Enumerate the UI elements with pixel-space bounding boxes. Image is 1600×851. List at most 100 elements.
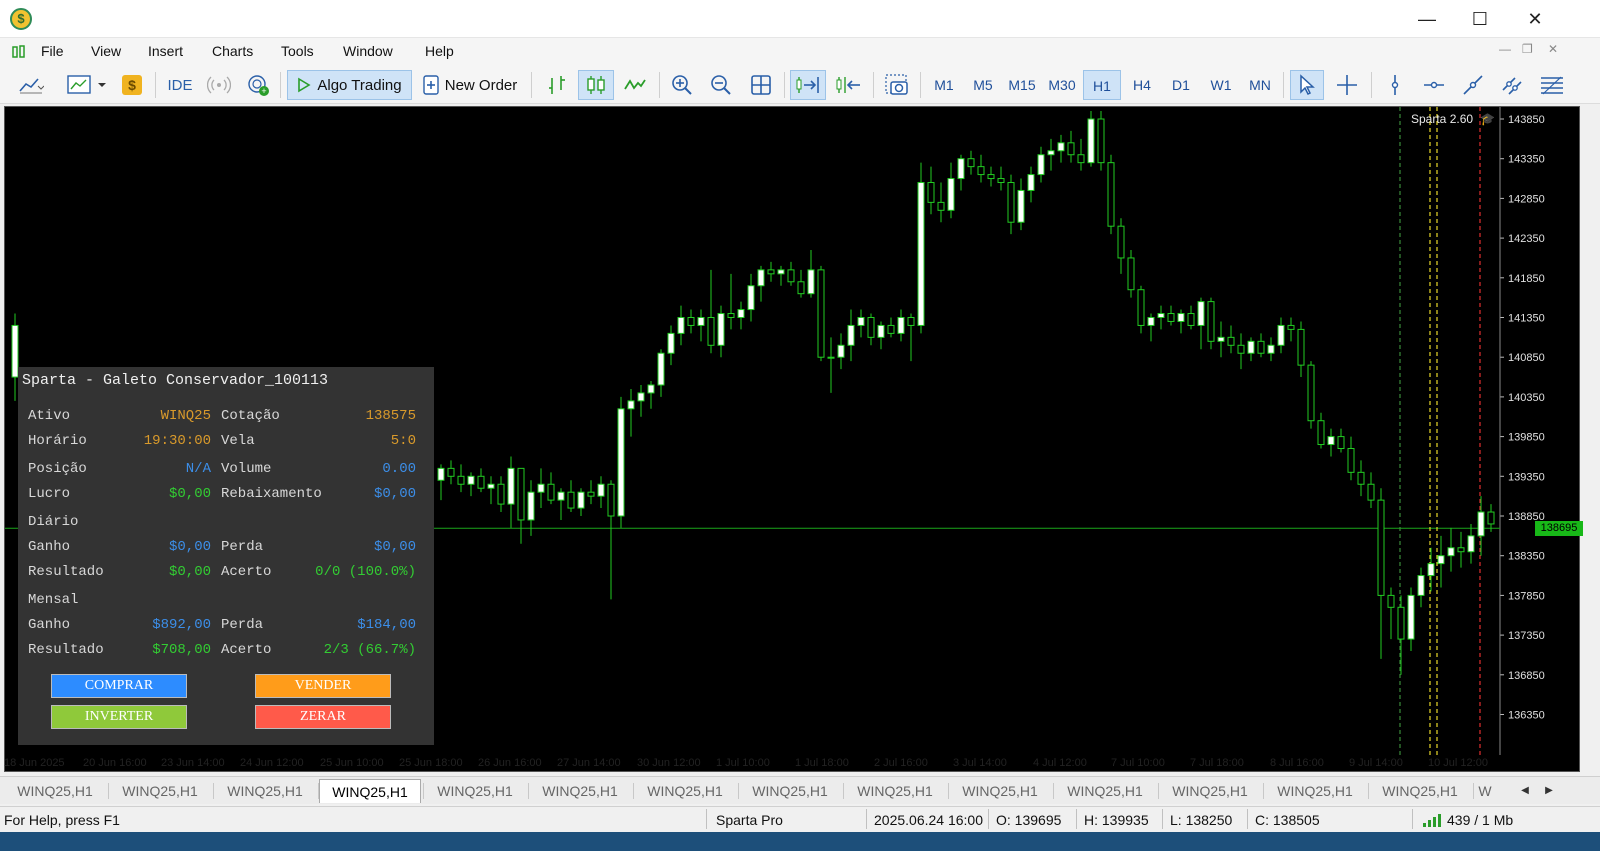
candle[interactable] xyxy=(1147,313,1155,342)
candle[interactable] xyxy=(1367,472,1375,509)
candle[interactable] xyxy=(597,476,605,509)
candle[interactable] xyxy=(787,261,795,286)
candle[interactable] xyxy=(807,250,815,298)
candle[interactable] xyxy=(707,269,715,354)
menu-view[interactable]: View xyxy=(91,43,121,59)
candle[interactable] xyxy=(1017,178,1025,231)
candle[interactable] xyxy=(1007,174,1015,235)
candle[interactable] xyxy=(747,273,755,322)
market-button[interactable]: $ xyxy=(120,70,144,100)
candle[interactable] xyxy=(447,460,455,485)
candle[interactable] xyxy=(1357,460,1365,497)
chart-tab[interactable]: WINQ25,H1 xyxy=(634,779,736,803)
candle[interactable] xyxy=(457,464,465,493)
horizontal-line-tool-button[interactable] xyxy=(1417,70,1451,100)
candle[interactable] xyxy=(1467,523,1475,564)
inverter-button[interactable]: INVERTER xyxy=(51,705,187,729)
bar-chart-button[interactable] xyxy=(540,70,574,100)
candle[interactable] xyxy=(887,317,895,338)
candle[interactable] xyxy=(697,309,705,342)
candle[interactable] xyxy=(967,150,975,175)
crosshair-tool-button[interactable] xyxy=(1330,70,1364,100)
candle[interactable] xyxy=(737,301,745,330)
candle[interactable] xyxy=(607,480,615,600)
candle[interactable] xyxy=(547,472,555,505)
candle[interactable] xyxy=(477,468,485,493)
candle[interactable] xyxy=(527,480,535,536)
candle[interactable] xyxy=(1027,166,1035,203)
candle[interactable] xyxy=(917,162,925,334)
candle[interactable] xyxy=(1397,595,1405,675)
chart-tab[interactable]: WINQ25,H1 xyxy=(4,779,106,803)
candle[interactable] xyxy=(1447,527,1455,572)
candle[interactable] xyxy=(1277,317,1285,354)
auto-scroll-button[interactable] xyxy=(790,70,826,100)
candle[interactable] xyxy=(1267,337,1275,362)
candle[interactable] xyxy=(727,273,735,330)
candle[interactable] xyxy=(817,265,825,362)
chart-tab[interactable]: W xyxy=(1474,779,1496,803)
candle[interactable] xyxy=(1337,428,1345,453)
candle[interactable] xyxy=(1417,567,1425,608)
timeframe-h1[interactable]: H1 xyxy=(1083,70,1121,100)
menu-charts[interactable]: Charts xyxy=(212,43,253,59)
candle[interactable] xyxy=(867,313,875,346)
candle[interactable] xyxy=(1437,535,1445,588)
chart-tab[interactable]: WINQ25,H1 xyxy=(529,779,631,803)
candle[interactable] xyxy=(1257,333,1265,358)
timeframe-h4[interactable]: H4 xyxy=(1123,70,1161,100)
candle[interactable] xyxy=(1477,496,1485,556)
candle[interactable] xyxy=(857,309,865,338)
menu-file[interactable]: File xyxy=(41,43,64,59)
ide-button[interactable]: IDE xyxy=(162,70,198,100)
menu-insert[interactable]: Insert xyxy=(148,43,183,59)
candle[interactable] xyxy=(1157,305,1165,330)
candle[interactable] xyxy=(837,333,845,370)
candle[interactable] xyxy=(517,467,525,544)
tab-scroll-right-icon[interactable]: ▶ xyxy=(1540,779,1558,803)
chart-tab[interactable]: WINQ25,H1 xyxy=(949,779,1051,803)
candle[interactable] xyxy=(777,265,785,286)
candle[interactable] xyxy=(767,261,775,282)
chart-tab[interactable]: WINQ25,H1 xyxy=(424,779,526,803)
candle[interactable] xyxy=(537,468,545,509)
templates-button[interactable] xyxy=(64,70,112,100)
candle[interactable] xyxy=(497,476,505,513)
timeframe-w1[interactable]: W1 xyxy=(1202,70,1240,100)
candle[interactable] xyxy=(717,305,725,358)
timeframe-m30[interactable]: M30 xyxy=(1043,70,1081,100)
mdi-minimize-icon[interactable]: — xyxy=(1499,42,1511,56)
candle[interactable] xyxy=(1287,317,1295,342)
minimize-button[interactable]: — xyxy=(1404,0,1450,38)
candle[interactable] xyxy=(1137,285,1145,334)
tile-windows-button[interactable] xyxy=(745,70,777,100)
cursor-tool-button[interactable] xyxy=(1290,70,1324,100)
candle[interactable] xyxy=(757,265,765,302)
candle[interactable] xyxy=(657,349,665,397)
line-chart-button[interactable] xyxy=(618,70,652,100)
candle[interactable] xyxy=(467,472,475,497)
candle[interactable] xyxy=(577,488,585,516)
candle[interactable] xyxy=(1057,134,1065,163)
candle[interactable] xyxy=(1317,412,1325,449)
candle[interactable] xyxy=(1097,111,1105,171)
menu-window[interactable]: Window xyxy=(343,43,393,59)
timeframe-m1[interactable]: M1 xyxy=(925,70,963,100)
candle[interactable] xyxy=(667,325,675,366)
timeframe-m15[interactable]: M15 xyxy=(1003,70,1041,100)
menu-help[interactable]: Help xyxy=(425,43,454,59)
close-button[interactable]: ✕ xyxy=(1512,0,1558,38)
chart-tab[interactable]: WINQ25,H1 xyxy=(214,779,316,803)
candle[interactable] xyxy=(437,464,445,501)
candle[interactable] xyxy=(1187,305,1195,330)
mdi-restore-icon[interactable]: ❐ xyxy=(1522,42,1533,56)
chart-tab[interactable]: WINQ25,H1 xyxy=(109,779,211,803)
candle[interactable] xyxy=(1297,321,1305,378)
candle[interactable] xyxy=(1117,218,1125,274)
zoom-out-button[interactable] xyxy=(705,70,737,100)
chart-tab[interactable]: WINQ25,H1 xyxy=(1369,779,1471,803)
menu-tools[interactable]: Tools xyxy=(281,43,314,59)
chart-shift-button[interactable] xyxy=(830,70,866,100)
candle[interactable] xyxy=(1327,428,1335,457)
chart-tab[interactable]: WINQ25,H1 xyxy=(844,779,946,803)
